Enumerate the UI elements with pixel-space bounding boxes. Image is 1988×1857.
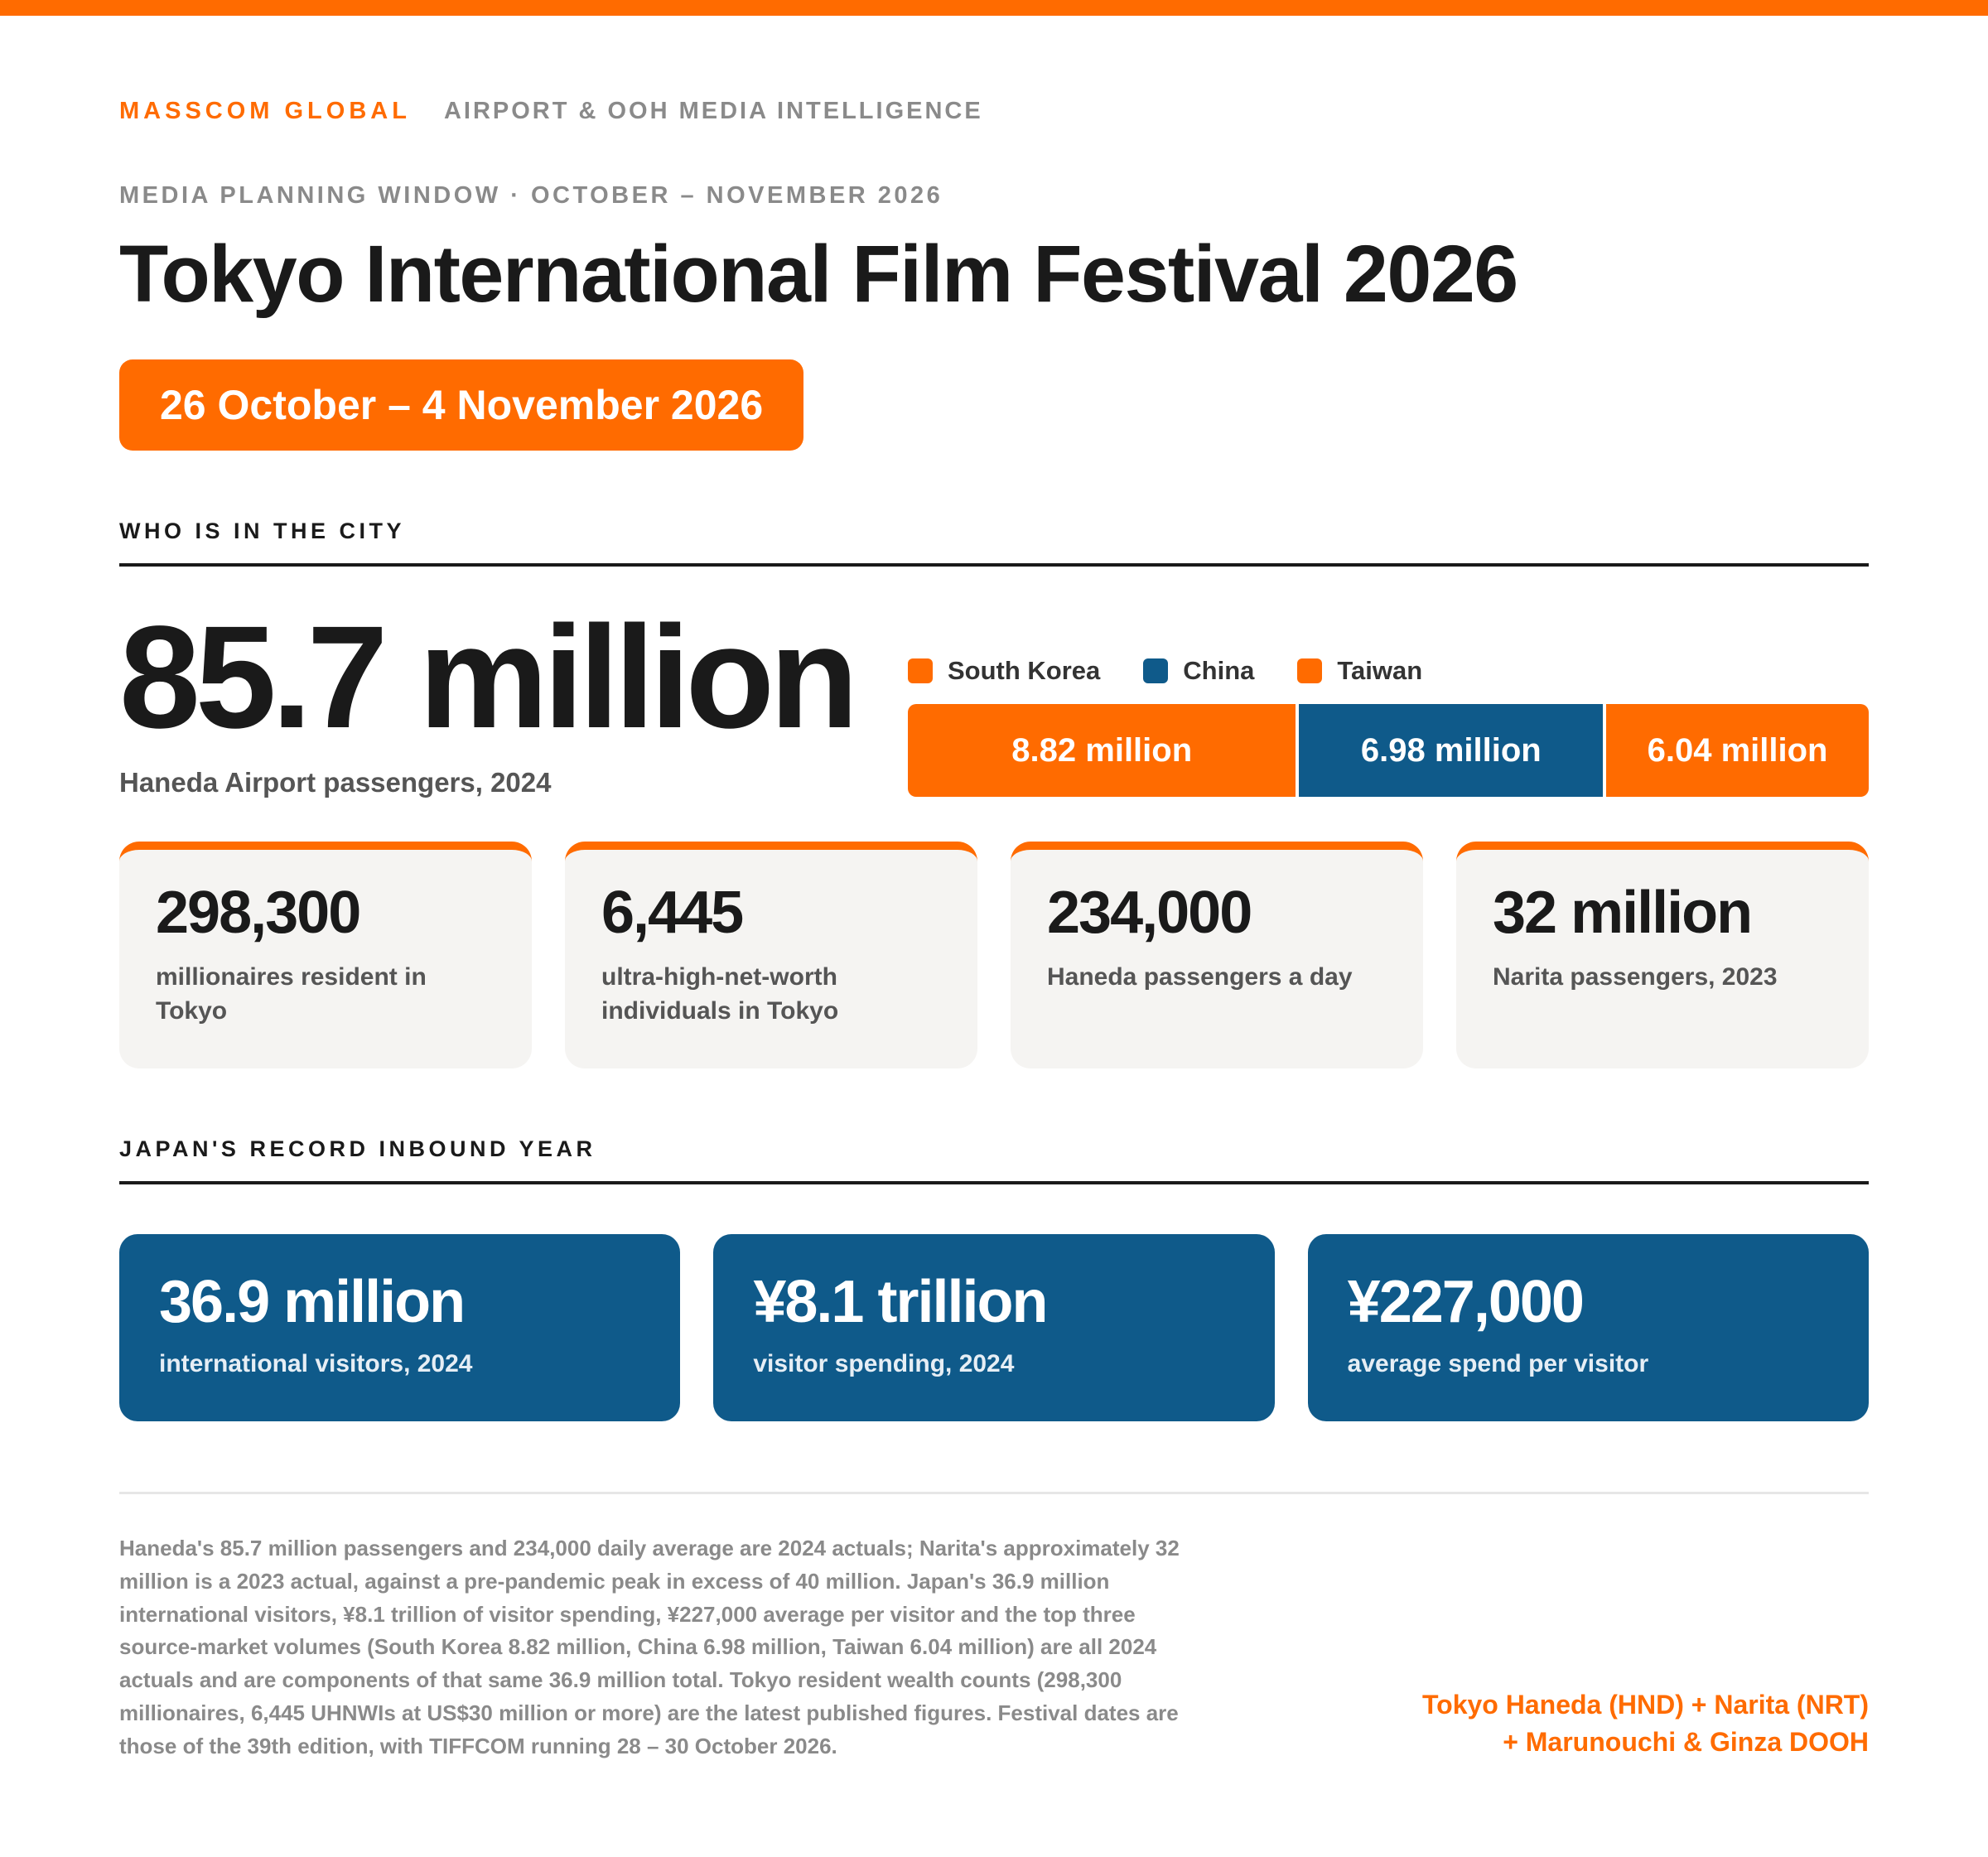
section-label-city: WHO IS IN THE CITY	[119, 519, 406, 543]
stat-card-narita: 32 million Narita passengers, 2023	[1456, 842, 1869, 1068]
legend-item-taiwan: Taiwan	[1297, 656, 1422, 686]
source-market-legend: South Korea China Taiwan	[908, 656, 1422, 686]
brand-name: MASSCOM GLOBAL	[119, 98, 411, 124]
stat-value: 32 million	[1493, 880, 1753, 946]
inbound-card-visitors: 36.9 million international visitors, 202…	[119, 1234, 681, 1421]
legend-label-china: China	[1183, 656, 1255, 685]
stat-card-millionaires: 298,300 millionaires resident in Tokyo	[119, 842, 532, 1068]
legend-swatch-china	[1143, 658, 1169, 683]
media-locations-line-2: + Marunouchi & Ginza DOOH	[1503, 1727, 1869, 1758]
bar-value-china: 6.98 million	[1360, 731, 1542, 769]
stat-label: ultra-high-net-worth individuals in Toky…	[601, 963, 839, 1025]
festival-dates-badge: 26 October – 4 November 2026	[119, 359, 804, 451]
legend-item-china: China	[1143, 656, 1254, 686]
inbound-label: international visitors, 2024	[159, 1350, 473, 1377]
inbound-stat-cards: 36.9 million international visitors, 202…	[119, 1234, 1869, 1421]
legend-label-south-korea: South Korea	[948, 656, 1101, 685]
footer-divider	[119, 1492, 1869, 1494]
legend-item-south-korea: South Korea	[908, 656, 1100, 686]
section-divider-city	[119, 563, 1869, 567]
stat-label: Narita passengers, 2023	[1493, 963, 1778, 991]
legend-swatch-south-korea	[908, 658, 933, 683]
brand-tagline: AIRPORT & OOH MEDIA INTELLIGENCE	[443, 98, 983, 124]
media-locations: Tokyo Haneda (HND) + Narita (NRT) + Maru…	[1289, 1686, 1869, 1762]
media-locations-line-1: Tokyo Haneda (HND) + Narita (NRT)	[1421, 1690, 1869, 1720]
inbound-value: 36.9 million	[159, 1269, 466, 1335]
stat-label: Haneda passengers a day	[1047, 963, 1353, 991]
source-footnote: Haneda's 85.7 million passengers and 234…	[119, 1536, 1180, 1758]
section-divider-inbound	[119, 1181, 1869, 1184]
stat-value: 298,300	[156, 880, 361, 946]
inbound-card-average-spend: ¥227,000 average spend per visitor	[1307, 1234, 1869, 1421]
stat-label: millionaires resident in Tokyo	[156, 963, 427, 1025]
bar-segment-china: 6.98 million	[1296, 704, 1604, 797]
city-stat-cards: 298,300 millionaires resident in Tokyo 6…	[119, 842, 1869, 1068]
inbound-value: ¥227,000	[1347, 1269, 1585, 1335]
stat-value: 234,000	[1047, 880, 1252, 946]
bar-value-south-korea: 8.82 million	[1011, 731, 1193, 769]
bar-segment-south-korea: 8.82 million	[908, 704, 1296, 797]
stat-card-uhnwi: 6,445 ultra-high-net-worth individuals i…	[565, 842, 977, 1068]
stat-value: 6,445	[601, 880, 744, 946]
inbound-label: visitor spending, 2024	[753, 1350, 1015, 1377]
accent-top-bar	[0, 0, 1988, 16]
festival-dates-text: 26 October – 4 November 2026	[160, 382, 764, 428]
hero-passenger-count: 85.7 million	[119, 596, 859, 759]
stat-card-haneda-daily: 234,000 Haneda passengers a day	[1011, 842, 1423, 1068]
section-label-inbound: JAPAN'S RECORD INBOUND YEAR	[119, 1136, 596, 1161]
inbound-label: average spend per visitor	[1347, 1350, 1649, 1377]
legend-swatch-taiwan	[1297, 658, 1323, 683]
planning-window-kicker: MEDIA PLANNING WINDOW · OCTOBER – NOVEMB…	[119, 182, 943, 209]
bar-segment-taiwan: 6.04 million	[1603, 704, 1869, 797]
inbound-card-spending: ¥8.1 trillion visitor spending, 2024	[713, 1234, 1275, 1421]
page-title: Tokyo International Film Festival 2026	[119, 229, 1518, 319]
source-market-stacked-bar: 8.82 million 6.98 million 6.04 million	[908, 704, 1869, 797]
brand-row: MASSCOM GLOBAL AIRPORT & OOH MEDIA INTEL…	[119, 98, 983, 125]
bar-value-taiwan: 6.04 million	[1647, 731, 1828, 769]
inbound-value: ¥8.1 trillion	[753, 1269, 1048, 1335]
hero-passenger-label: Haneda Airport passengers, 2024	[119, 767, 552, 798]
legend-label-taiwan: Taiwan	[1337, 656, 1423, 685]
